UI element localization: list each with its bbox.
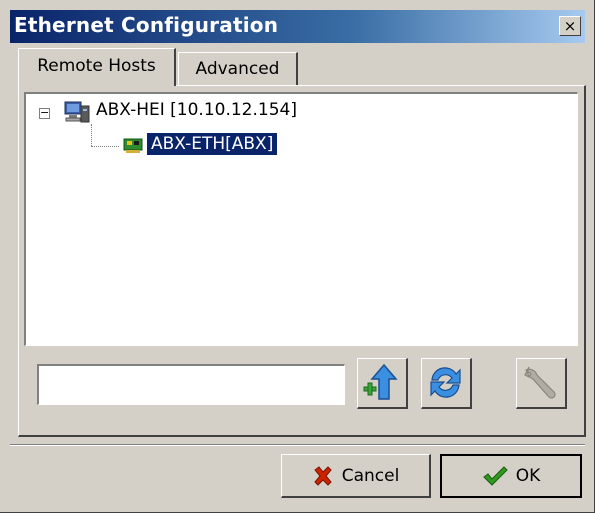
check-icon — [482, 466, 508, 486]
ethernet-configuration-dialog: Ethernet Configuration × Remote Hosts Ad… — [0, 0, 595, 513]
footer-separator — [10, 444, 585, 446]
refresh-icon — [430, 367, 461, 398]
tree-connector-vertical — [91, 124, 92, 146]
computer-icon — [64, 101, 90, 123]
close-icon: × — [563, 17, 577, 35]
host-address-input[interactable] — [37, 364, 345, 405]
network-card-icon — [123, 138, 143, 153]
tab-advanced[interactable]: Advanced — [178, 52, 298, 86]
cancel-x-icon — [313, 465, 332, 486]
cancel-button[interactable]: Cancel — [281, 454, 431, 498]
add-host-button[interactable] — [357, 358, 408, 409]
window-title: Ethernet Configuration — [14, 13, 279, 37]
add-upload-icon — [363, 363, 398, 400]
adapter-node-label[interactable]: ABX-ETH[ABX] — [147, 133, 278, 155]
title-bar[interactable]: Ethernet Configuration × — [10, 10, 585, 43]
ok-button-label: OK — [515, 466, 541, 486]
collapse-expander[interactable]: − — [39, 107, 50, 119]
cancel-button-label: Cancel — [341, 465, 400, 486]
host-node-label[interactable]: ABX-HEI [10.10.12.154] — [96, 100, 297, 120]
ok-button[interactable]: OK — [440, 454, 582, 498]
close-button[interactable]: × — [559, 16, 581, 36]
tab-remote-hosts[interactable]: Remote Hosts — [18, 48, 176, 86]
wrench-icon — [524, 366, 556, 399]
tab-remote-hosts-label: Remote Hosts — [37, 56, 156, 76]
settings-button[interactable] — [516, 358, 567, 409]
refresh-button[interactable] — [421, 358, 472, 409]
tab-advanced-label: Advanced — [195, 59, 280, 79]
tree-connector-horizontal — [91, 146, 119, 147]
hosts-tree[interactable]: − ABX-HEI [10.10.12.154] ABX-ETH[ABX] — [24, 92, 578, 346]
